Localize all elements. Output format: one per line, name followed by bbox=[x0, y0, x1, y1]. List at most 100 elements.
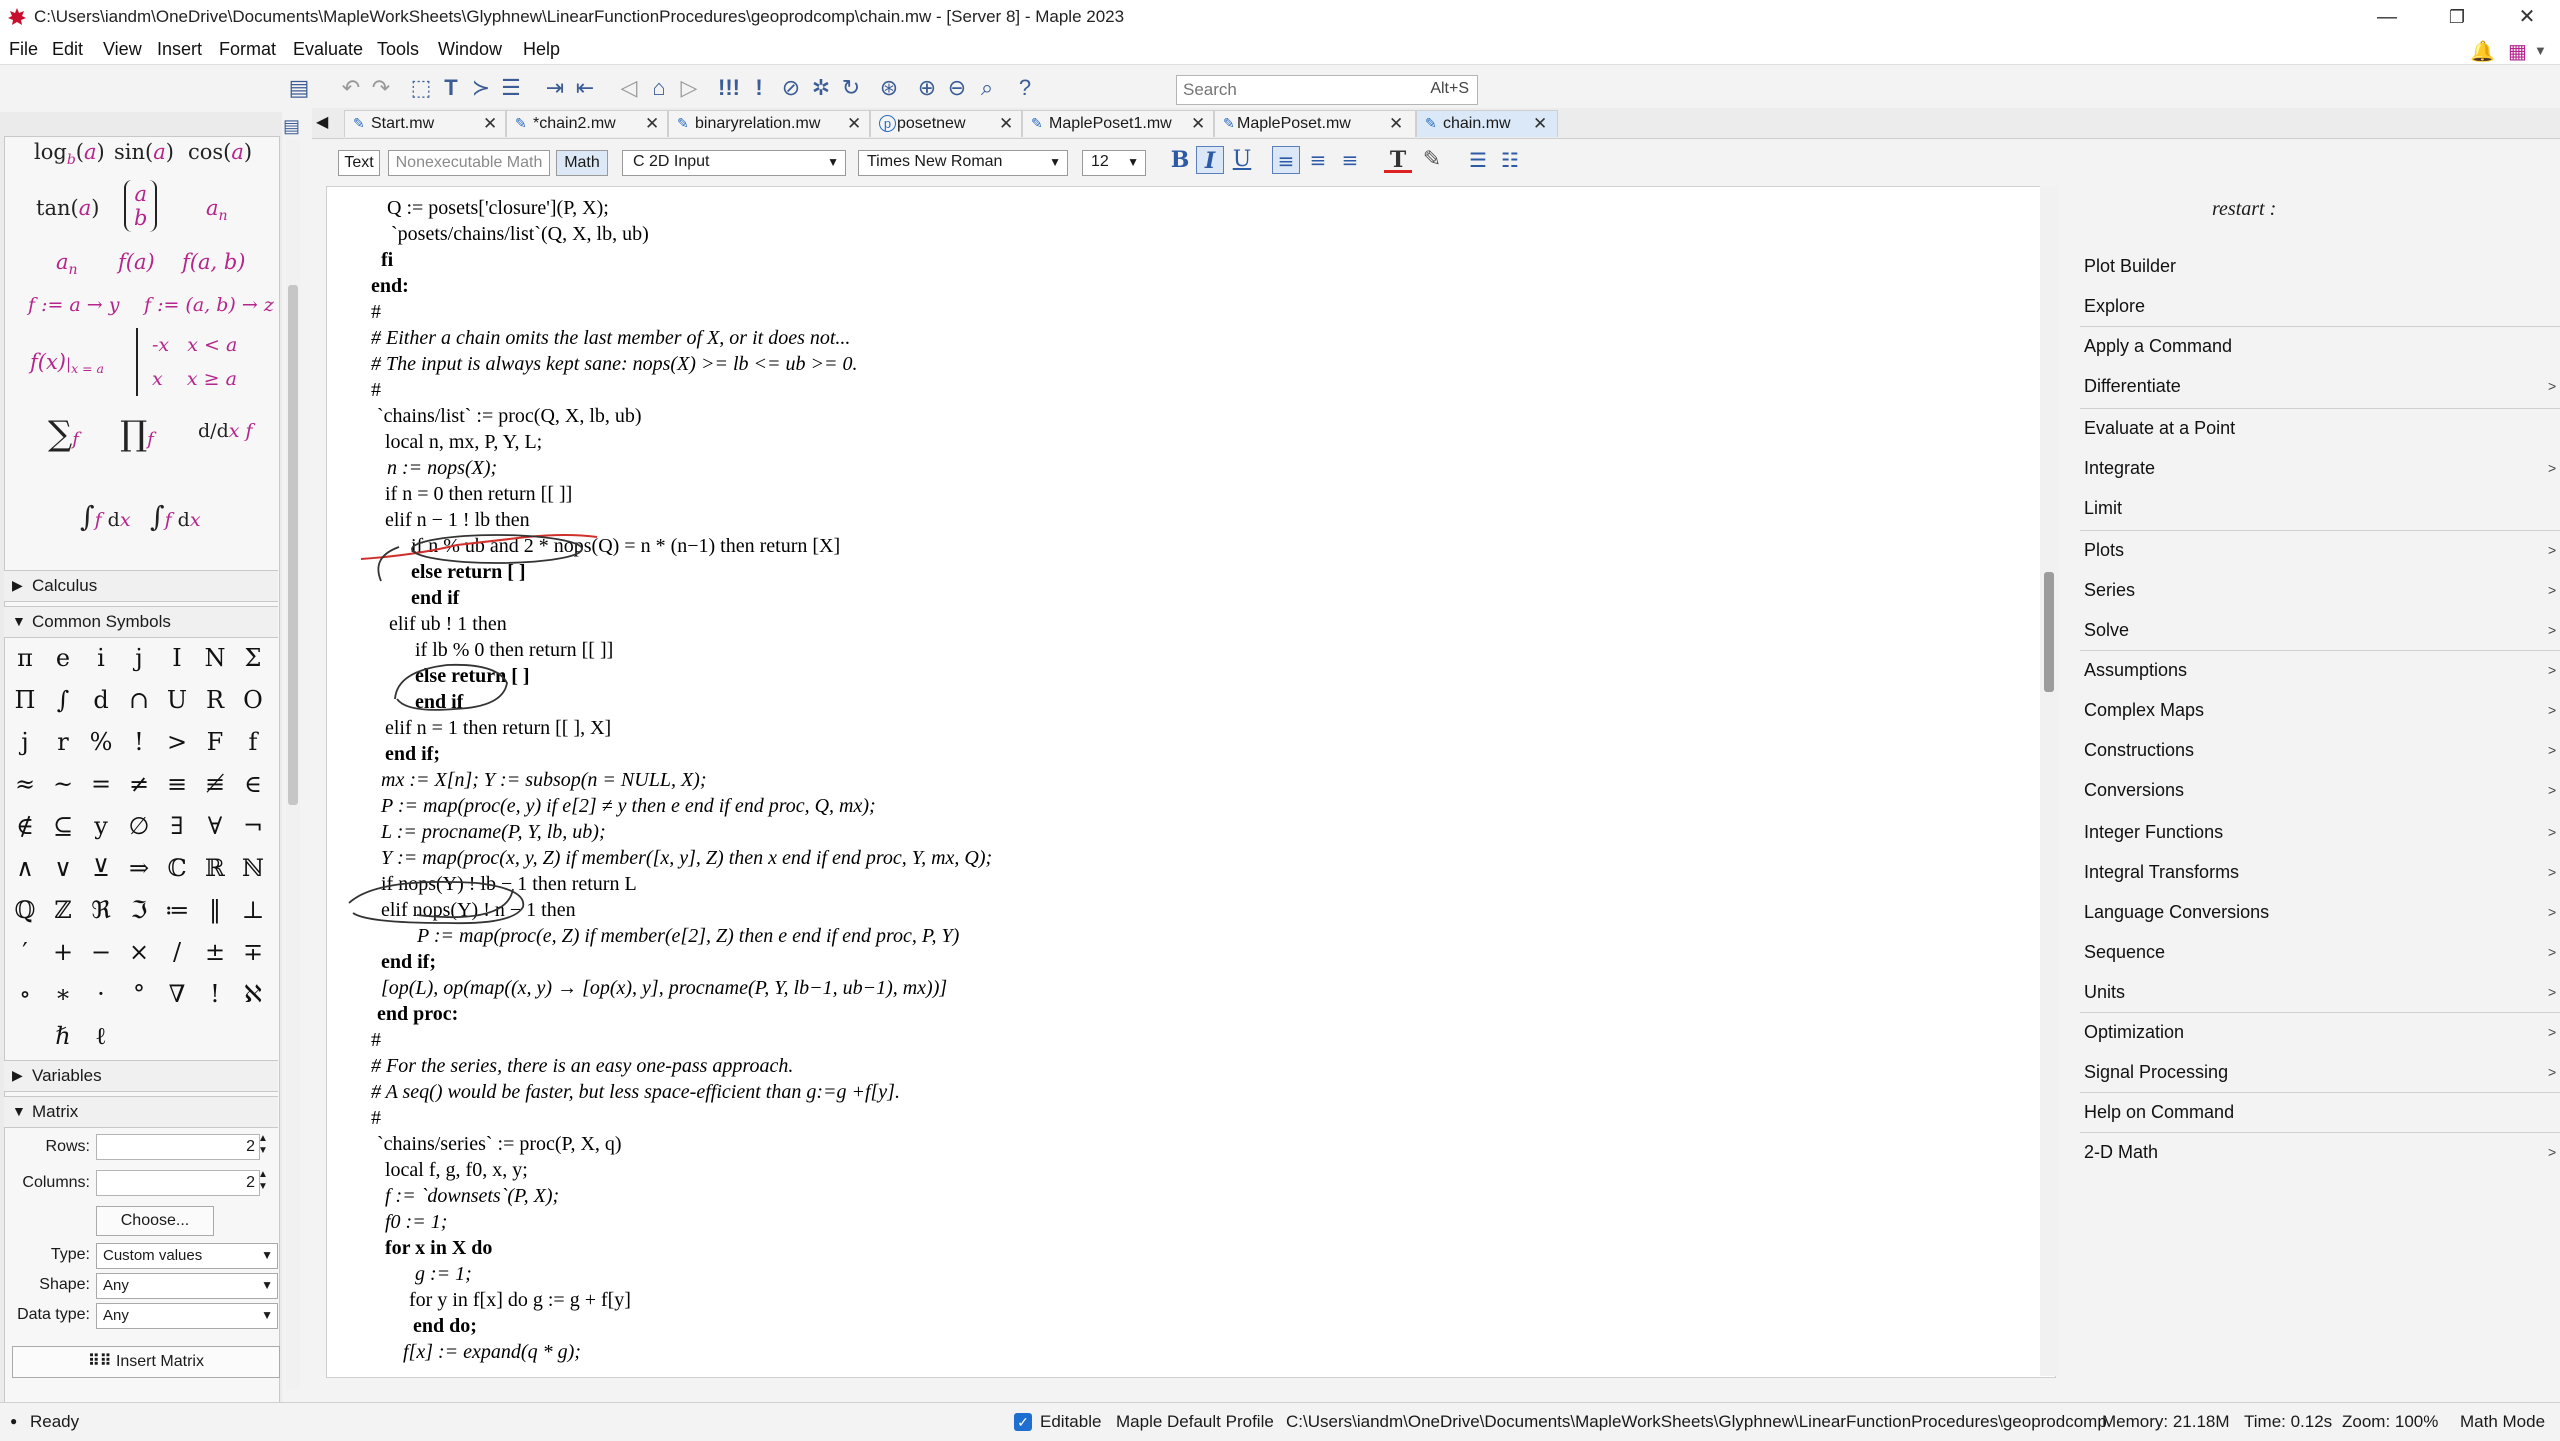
context-item[interactable]: Sequence bbox=[2084, 942, 2165, 963]
code-line[interactable]: elif nops(Y) ! n − 1 then bbox=[381, 899, 576, 922]
new-document-icon[interactable]: ▤ bbox=[284, 74, 314, 102]
palette-symbol[interactable]: ℏ bbox=[44, 1016, 82, 1056]
code-comment[interactable]: # A seq() would be faster, but less spac… bbox=[371, 1081, 900, 1104]
maximize-button[interactable]: ❐ bbox=[2428, 0, 2486, 34]
palette-symbol[interactable]: > bbox=[158, 722, 196, 762]
code-line[interactable]: # bbox=[371, 301, 381, 324]
palette-symbol[interactable]: = bbox=[82, 764, 120, 804]
palette-symbol[interactable]: ℤ bbox=[44, 890, 82, 930]
close-button[interactable]: ✕ bbox=[2498, 0, 2556, 34]
palette-symbol[interactable]: ∃ bbox=[158, 806, 196, 846]
code-line[interactable]: for y in f[x] do g := g + f[y] bbox=[409, 1289, 631, 1312]
code-line[interactable]: fi bbox=[381, 249, 393, 272]
palette-symbol[interactable]: j bbox=[6, 722, 44, 762]
code-line[interactable]: elif ub ! 1 then bbox=[389, 613, 507, 636]
link-icon[interactable]: ⊛ bbox=[874, 74, 904, 102]
palette-expr-vector[interactable]: ab bbox=[124, 180, 158, 232]
palette-expr-arrow-fn[interactable]: f := a → y bbox=[28, 294, 120, 316]
palette-symbol[interactable]: ∉ bbox=[6, 806, 44, 846]
palette-symbol[interactable]: ‖ bbox=[196, 890, 234, 930]
palette-symbol[interactable]: ℑ bbox=[120, 890, 158, 930]
code-line[interactable]: if n % ub and 2 * nops(Q) = n * (n−1) th… bbox=[411, 535, 840, 558]
table-icon[interactable]: ☰ bbox=[496, 74, 526, 102]
palette-symbol[interactable]: ! bbox=[196, 974, 234, 1014]
text-mode-icon[interactable]: T bbox=[436, 74, 466, 102]
debug-icon[interactable]: ✲ bbox=[806, 74, 836, 102]
code-comment[interactable]: # Either a chain omits the last member o… bbox=[371, 327, 850, 350]
code-line[interactable]: P := map(proc(e, Z) if member(e[2], Z) t… bbox=[417, 925, 959, 948]
code-line[interactable]: L := procname(P, Y, lb, ub); bbox=[381, 821, 606, 844]
code-line[interactable]: # bbox=[371, 1107, 381, 1130]
shape-dropdown[interactable]: Any ▼ bbox=[96, 1273, 278, 1299]
code-line[interactable]: Q := posets['closure'](P, X); bbox=[387, 197, 609, 220]
worksheet-document[interactable]: Q := posets['closure'](P, X); `posets/ch… bbox=[326, 186, 2056, 1378]
context-item[interactable]: Evaluate at a Point bbox=[2084, 418, 2235, 439]
code-comment[interactable]: # For the series, there is an easy one-p… bbox=[371, 1055, 793, 1078]
code-line[interactable]: end if bbox=[415, 691, 463, 714]
restart-icon[interactable]: ↻ bbox=[836, 74, 866, 102]
palette-symbol[interactable]: ≈ bbox=[6, 764, 44, 804]
palette-expr-subscript-2[interactable]: an bbox=[56, 250, 78, 278]
palette-expr-tan[interactable]: tan(a) bbox=[36, 196, 99, 220]
code-line[interactable]: g := 1; bbox=[415, 1263, 472, 1286]
palette-symbol[interactable]: O bbox=[234, 680, 272, 720]
italic-icon[interactable]: I bbox=[1196, 146, 1224, 174]
section-variables[interactable]: ▶ Variables bbox=[4, 1060, 278, 1092]
code-line[interactable]: end: bbox=[371, 275, 409, 298]
context-item[interactable]: Signal Processing bbox=[2084, 1062, 2228, 1083]
tab-mapleposet[interactable]: ✎ MaplePoset.mw ✕ bbox=[1214, 110, 1416, 137]
context-item[interactable]: Explore bbox=[2084, 296, 2145, 317]
code-line[interactable]: [op(L), op(map((x, y) → [op(x), y], proc… bbox=[381, 977, 947, 1000]
font-size-dropdown[interactable]: 12 ▼ bbox=[1082, 150, 1146, 176]
context-item[interactable]: Integral Transforms bbox=[2084, 862, 2239, 883]
datatype-dropdown[interactable]: Any ▼ bbox=[96, 1303, 278, 1329]
code-line[interactable]: end do; bbox=[413, 1315, 477, 1338]
redo-icon[interactable]: ↷ bbox=[366, 74, 396, 102]
align-left-icon[interactable]: ≡ bbox=[1272, 146, 1300, 174]
context-item[interactable]: Apply a Command bbox=[2084, 336, 2232, 357]
palette-symbol[interactable]: I bbox=[158, 638, 196, 678]
tab-mapleposet1[interactable]: ✎ MaplePoset1.mw ✕ bbox=[1022, 110, 1214, 137]
context-item[interactable]: Assumptions bbox=[2084, 660, 2187, 681]
forward-icon[interactable]: ▷ bbox=[674, 74, 704, 102]
palette-symbol[interactable]: ≔ bbox=[158, 890, 196, 930]
palette-symbol[interactable]: ∘ bbox=[6, 974, 44, 1014]
palette-symbol[interactable]: ∩ bbox=[120, 680, 158, 720]
context-item[interactable]: Limit bbox=[2084, 498, 2122, 519]
insert-matrix-button[interactable]: ⠿⠿ Insert Matrix bbox=[12, 1346, 280, 1378]
code-line[interactable]: end if; bbox=[381, 951, 436, 974]
palette-symbol[interactable]: j bbox=[120, 638, 158, 678]
choose-button[interactable]: Choose... bbox=[96, 1206, 214, 1236]
rows-spinner-icon[interactable]: ▲ ▼ bbox=[258, 1133, 268, 1157]
palette-symbol[interactable]: ∨ bbox=[44, 848, 82, 888]
context-item[interactable]: Differentiate bbox=[2084, 376, 2181, 397]
context-item[interactable]: 2-D Math bbox=[2084, 1142, 2158, 1163]
palette-symbol[interactable]: ~ bbox=[44, 764, 82, 804]
zoom-out-icon[interactable]: ⊖ bbox=[942, 74, 972, 102]
code-line[interactable]: n := nops(X); bbox=[387, 457, 497, 480]
home-icon[interactable]: ⌂ bbox=[644, 74, 674, 102]
indent-icon[interactable]: ⇥ bbox=[540, 74, 570, 102]
outdent-icon[interactable]: ⇤ bbox=[570, 74, 600, 102]
palette-symbol[interactable]: ⊆ bbox=[44, 806, 82, 846]
tab-close-icon[interactable]: ✕ bbox=[483, 114, 497, 134]
palette-symbol[interactable]: Π bbox=[6, 680, 44, 720]
palette-symbol[interactable]: ∈ bbox=[234, 764, 272, 804]
palette-symbol[interactable]: d bbox=[82, 680, 120, 720]
code-line[interactable]: end if bbox=[411, 587, 459, 610]
palette-symbol[interactable]: ! bbox=[120, 722, 158, 762]
palette-expr-subscript[interactable]: an bbox=[206, 196, 228, 224]
editable-checkbox[interactable]: ✓ bbox=[1014, 1413, 1032, 1431]
context-item[interactable]: Plot Builder bbox=[2084, 256, 2176, 277]
palette-symbol[interactable]: e bbox=[44, 638, 82, 678]
menu-file[interactable]: File bbox=[9, 39, 38, 60]
palette-symbol[interactable]: ℵ bbox=[234, 974, 272, 1014]
palette-symbol[interactable]: R bbox=[196, 680, 234, 720]
code-line[interactable]: else return [ ] bbox=[411, 561, 526, 584]
palette-symbol[interactable]: i bbox=[82, 638, 120, 678]
rows-input[interactable]: 2 bbox=[96, 1134, 260, 1160]
search-box[interactable]: Alt+S bbox=[1176, 75, 1478, 105]
code-line[interactable]: end proc: bbox=[377, 1003, 458, 1026]
palette-expr-piecewise[interactable]: -x x < ax x ≥ a bbox=[136, 328, 237, 396]
zoom-search-icon[interactable]: ⌕ bbox=[972, 74, 1002, 102]
